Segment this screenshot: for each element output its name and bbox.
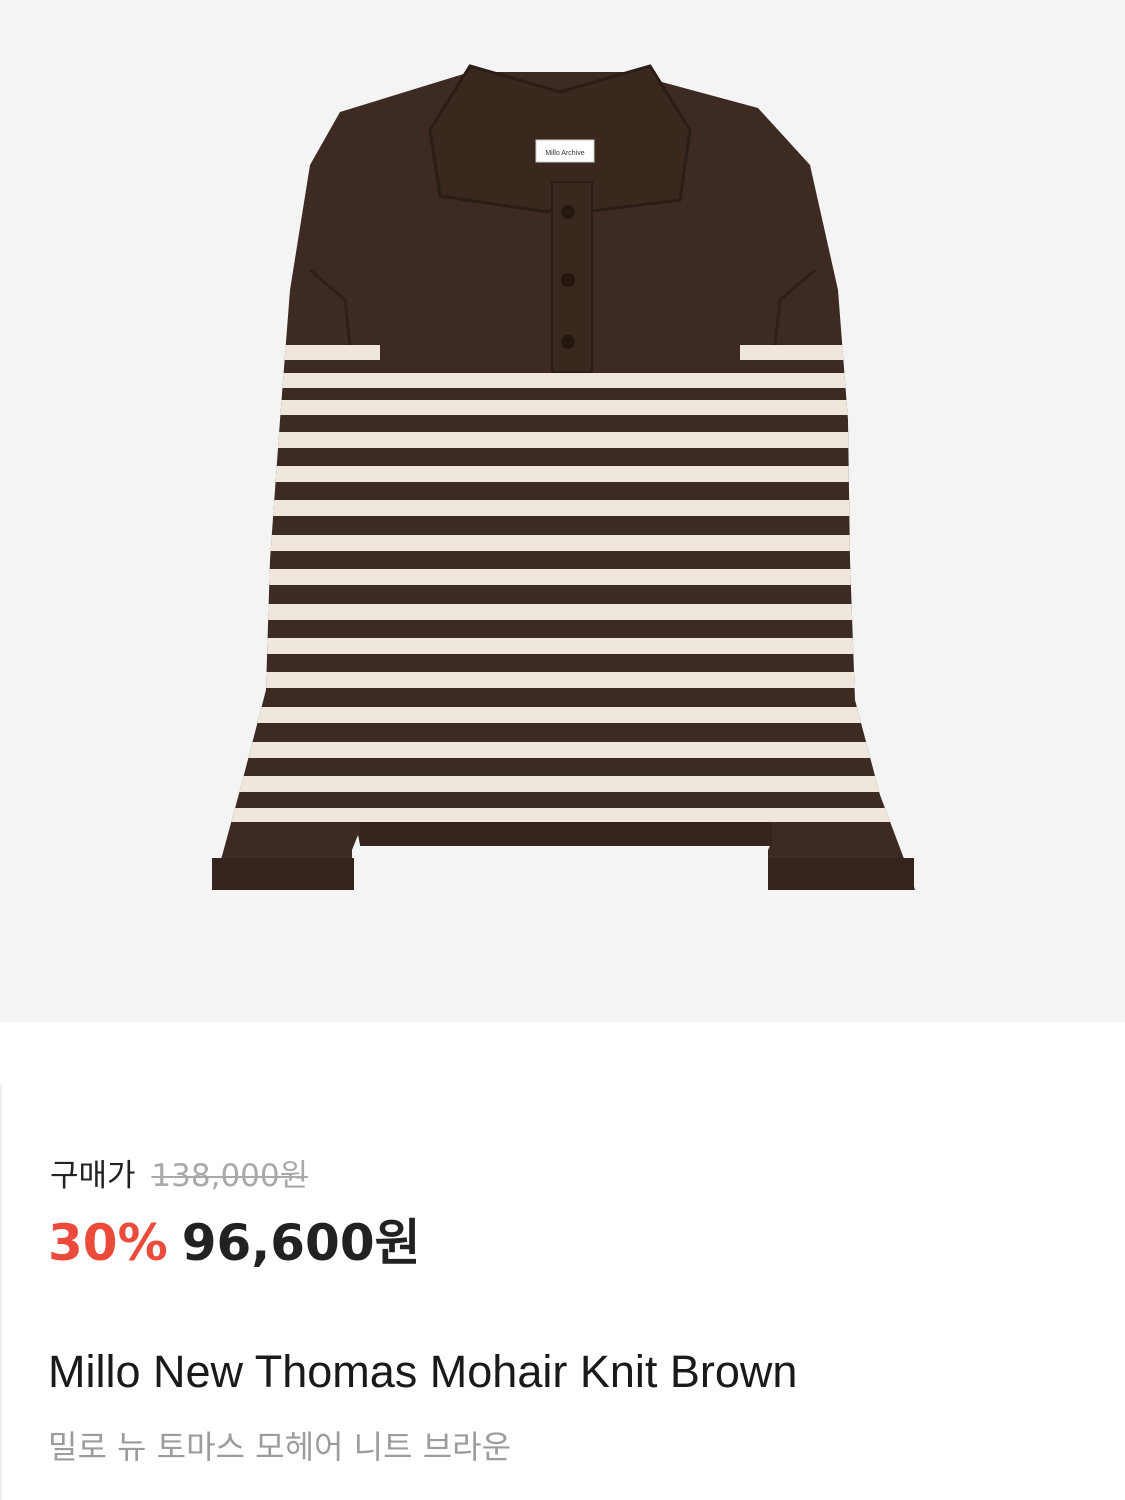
product-name-ko: 밀로 뉴 토마스 모헤어 니트 브라운 bbox=[48, 1428, 512, 1466]
product-image: Millo Archive bbox=[212, 64, 915, 890]
price-label: 구매가 bbox=[50, 1158, 136, 1194]
product-name-en[interactable]: Millo New Thomas Mohair Knit Brown bbox=[48, 1346, 797, 1398]
brand-label-text: Millo Archive bbox=[545, 150, 584, 157]
price-row: 구매가 138,000원 bbox=[50, 1150, 308, 1195]
button-3 bbox=[561, 335, 575, 349]
discount-rate: 30% bbox=[48, 1214, 168, 1272]
button-2 bbox=[561, 273, 575, 287]
final-price: 96,600원 bbox=[181, 1214, 421, 1272]
product-image-area[interactable]: Millo Archive bbox=[0, 0, 1125, 1022]
product-info-panel: 구매가 138,000원 30% 96,600원 Millo New Thomas… bbox=[0, 1022, 1125, 1500]
divider bbox=[0, 1084, 2, 1500]
sale-price-row: 30% 96,600원 bbox=[48, 1203, 421, 1275]
button-1 bbox=[561, 205, 575, 219]
original-price: 138,000원 bbox=[151, 1158, 309, 1194]
